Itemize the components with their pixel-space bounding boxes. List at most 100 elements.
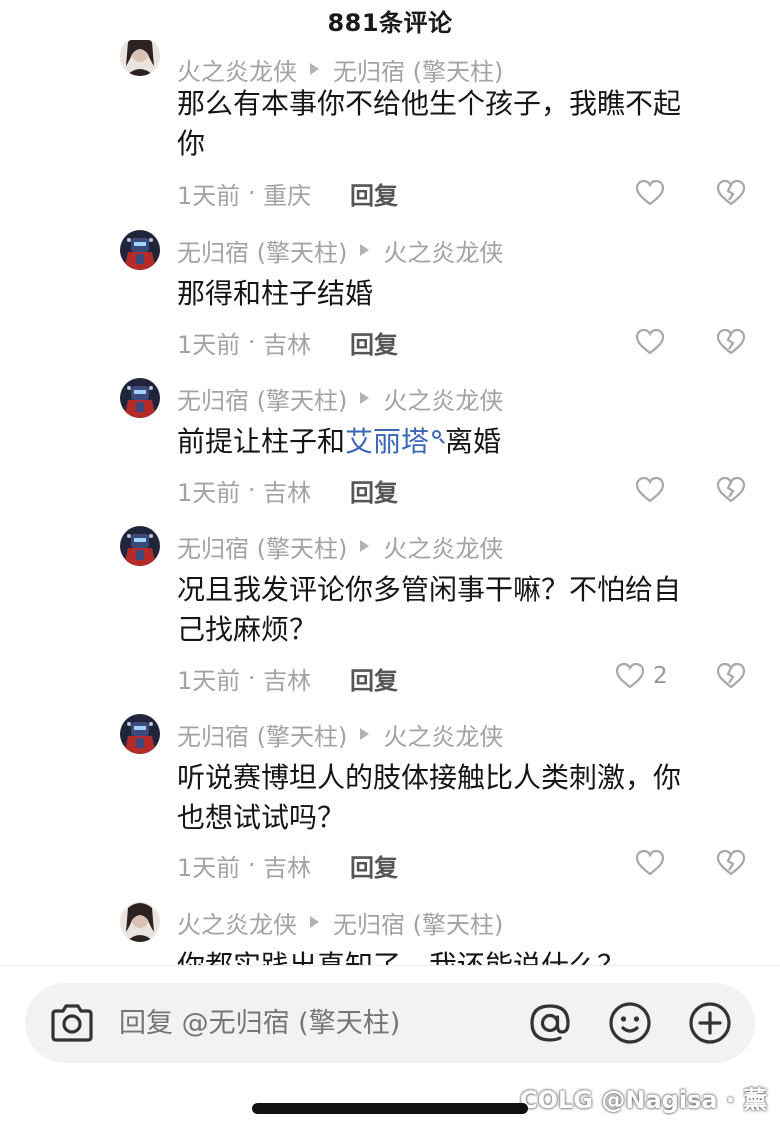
like-button[interactable]: [635, 325, 665, 359]
comment-meta: 无归宿 (擎天柱) 火之炎龙侠: [177, 717, 503, 752]
comments-header: 881条评论: [0, 0, 780, 40]
avatar[interactable]: [120, 902, 160, 942]
reply-arrow-icon: [360, 728, 370, 740]
comment-text[interactable]: 你都实践出真知了，我还能说什么？: [177, 946, 737, 965]
broken-heart-icon: [716, 328, 746, 355]
comment-meta: 无归宿 (擎天柱) 火之炎龙侠: [177, 381, 503, 416]
comment-location: 吉林: [263, 666, 312, 695]
camera-icon[interactable]: [49, 1002, 95, 1044]
comment-location: 重庆: [263, 181, 312, 210]
reply-to-name[interactable]: 火之炎龙侠: [383, 381, 503, 416]
separator-dot: ·: [240, 851, 264, 879]
author-name[interactable]: 无归宿 (擎天柱): [177, 529, 347, 564]
separator-dot: ·: [240, 664, 264, 692]
like-button[interactable]: [635, 473, 665, 507]
like-count: 2: [653, 663, 668, 689]
comment-text-line: 那么有本事你不给他生个孩子，我瞧不起: [177, 87, 682, 120]
comment-meta: 无归宿 (擎天柱) 火之炎龙侠: [177, 529, 503, 564]
broken-heart-icon: [716, 662, 746, 689]
avatar[interactable]: [120, 526, 160, 566]
reply-button[interactable]: 回复: [350, 661, 398, 695]
dislike-button[interactable]: [716, 473, 746, 507]
reply-to-name[interactable]: 火之炎龙侠: [383, 233, 503, 268]
author-name[interactable]: 无归宿 (擎天柱): [177, 381, 347, 416]
comment-list[interactable]: 火之炎龙侠 无归宿 (擎天柱) 那么有本事你不给他生个孩子，我瞧不起 你 1天前…: [0, 40, 780, 965]
comment-text-segment: 前提让柱子和: [177, 425, 346, 458]
author-name[interactable]: 无归宿 (擎天柱): [177, 717, 347, 752]
avatar[interactable]: [120, 714, 160, 754]
broken-heart-icon: [716, 476, 746, 503]
like-button[interactable]: [635, 846, 665, 880]
like-button[interactable]: [635, 176, 665, 210]
emoji-icon[interactable]: [607, 1000, 653, 1046]
divider: [0, 965, 780, 966]
comment-text[interactable]: 听说赛博坦人的肢体接触比人类刺激，你 也想试试吗？: [177, 758, 737, 838]
avatar[interactable]: [120, 230, 160, 270]
comment-footer: 1天前 · 吉林: [177, 661, 311, 695]
reply-input[interactable]: [119, 983, 499, 1063]
comment-footer: 1天前 · 吉林: [177, 848, 311, 882]
comment-location: 吉林: [263, 330, 312, 359]
comment-text[interactable]: 前提让柱子和艾丽塔 离婚: [177, 422, 737, 462]
reply-arrow-icon: [360, 540, 370, 552]
heart-icon: [615, 662, 645, 689]
like-button[interactable]: 2: [615, 659, 668, 693]
comment-meta: 无归宿 (擎天柱) 火之炎龙侠: [177, 233, 503, 268]
reply-arrow-icon: [360, 392, 370, 404]
reply-to-name[interactable]: 火之炎龙侠: [383, 717, 503, 752]
comment-text-line: 听说赛博坦人的肢体接触比人类刺激，你: [177, 761, 682, 794]
comment-time: 1天前: [177, 853, 241, 882]
comment-time: 1天前: [177, 181, 241, 210]
avatar[interactable]: [120, 40, 160, 76]
reply-to-name[interactable]: 无归宿 (擎天柱): [333, 52, 503, 87]
comment-text[interactable]: 那么有本事你不给他生个孩子，我瞧不起 你: [177, 84, 737, 164]
separator-dot: ·: [240, 179, 264, 207]
watermark: COLG @Nagisa · 薰: [520, 1086, 768, 1114]
heart-icon: [635, 179, 665, 206]
comment-text-line: 你都实践出真知了，我还能说什么？: [177, 946, 737, 965]
search-icon[interactable]: [432, 430, 442, 439]
keyword-search-link[interactable]: 艾丽塔: [345, 425, 429, 458]
comment-location: 吉林: [263, 853, 312, 882]
author-name[interactable]: 火之炎龙侠: [177, 52, 297, 87]
comment-footer: 1天前 · 吉林: [177, 325, 311, 359]
comment-count-title: 881条评论: [327, 8, 453, 37]
reply-button[interactable]: 回复: [350, 848, 398, 882]
comment-text[interactable]: 那得和柱子结婚: [177, 274, 737, 314]
dislike-button[interactable]: [716, 176, 746, 210]
reply-input-bar[interactable]: [25, 983, 755, 1063]
reply-button[interactable]: 回复: [350, 325, 398, 359]
author-name[interactable]: 无归宿 (擎天柱): [177, 233, 347, 268]
comment-text-segment: 离婚: [445, 425, 502, 458]
dislike-button[interactable]: [716, 659, 746, 693]
reply-arrow-icon: [310, 63, 319, 75]
separator-dot: ·: [240, 328, 264, 356]
at-icon[interactable]: [527, 1000, 573, 1046]
heart-icon: [635, 328, 665, 355]
reply-arrow-icon: [310, 916, 319, 928]
reply-to-name[interactable]: 无归宿 (擎天柱): [333, 905, 503, 940]
comment-text[interactable]: 况且我发评论你多管闲事干嘛？不怕给自 己找麻烦？: [177, 570, 737, 650]
avatar[interactable]: [120, 378, 160, 418]
comment-location: 吉林: [263, 478, 312, 507]
comment-text-line: 况且我发评论你多管闲事干嘛？不怕给自: [177, 573, 682, 606]
reply-button[interactable]: 回复: [350, 473, 398, 507]
comment-time: 1天前: [177, 666, 241, 695]
dislike-button[interactable]: [716, 325, 746, 359]
separator-dot: ·: [240, 476, 264, 504]
reply-button[interactable]: 回复: [350, 176, 398, 210]
reply-to-name[interactable]: 火之炎龙侠: [383, 529, 503, 564]
broken-heart-icon: [716, 179, 746, 206]
comment-text-line: 也想试试吗？: [177, 801, 346, 834]
dislike-button[interactable]: [716, 846, 746, 880]
home-indicator[interactable]: [252, 1103, 528, 1114]
heart-icon: [635, 476, 665, 503]
heart-icon: [635, 849, 665, 876]
comment-meta: 火之炎龙侠 无归宿 (擎天柱): [177, 905, 503, 940]
plus-icon[interactable]: [687, 1000, 733, 1046]
broken-heart-icon: [716, 849, 746, 876]
author-name[interactable]: 火之炎龙侠: [177, 905, 297, 940]
comment-text-line: 你: [177, 127, 206, 160]
comment-meta: 火之炎龙侠 无归宿 (擎天柱): [177, 52, 503, 87]
comment-footer: 1天前 · 重庆: [177, 176, 311, 210]
